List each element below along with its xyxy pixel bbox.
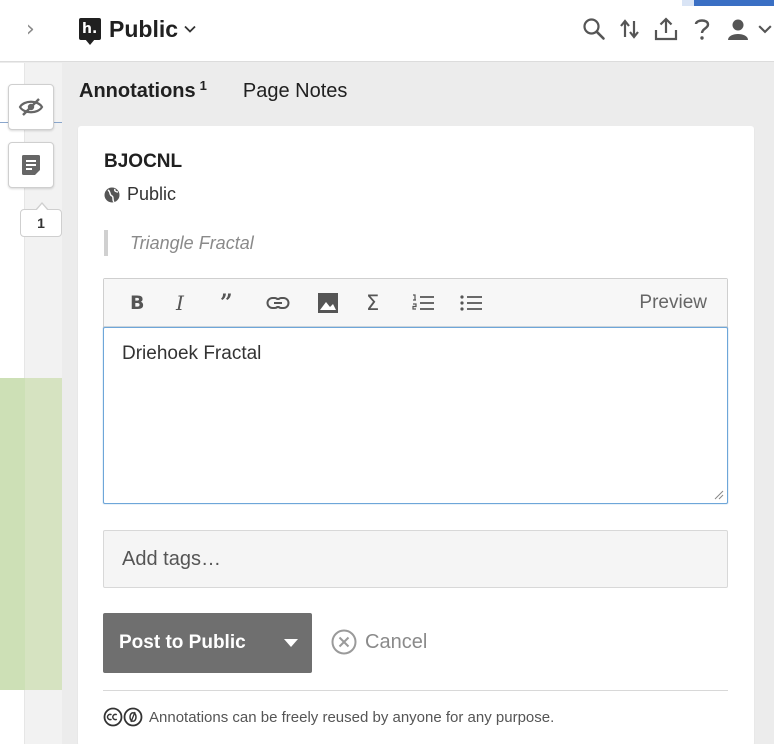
resize-grip-icon[interactable] <box>714 490 724 500</box>
tab-page-notes[interactable]: Page Notes <box>243 80 348 103</box>
link-button[interactable] <box>266 291 290 315</box>
license-text: Annotations can be freely reused by anyo… <box>149 708 555 726</box>
page-highlight <box>0 378 62 690</box>
public-domain-icon <box>123 707 143 727</box>
hide-highlights-icon <box>18 98 44 116</box>
privacy-indicator: Public <box>104 184 176 205</box>
bold-button[interactable]: B <box>130 291 144 315</box>
hypothesis-logo-icon: h. <box>79 18 101 45</box>
markdown-editor: B I ” Σ Preview Driehoek Fractal <box>103 278 728 504</box>
post-button[interactable]: Post to Public <box>103 613 312 673</box>
math-button[interactable]: Σ <box>366 291 379 315</box>
image-icon <box>318 293 338 313</box>
sidebar-tabs: Annotations 1 Page Notes <box>79 78 348 103</box>
chevron-down-icon <box>184 25 196 33</box>
tab-annotations[interactable]: Annotations 1 <box>79 78 207 103</box>
annotation-quote: Triangle Fractal <box>104 230 254 256</box>
link-icon <box>266 297 290 309</box>
numbered-list-icon <box>412 294 434 310</box>
user-menu-chevron-down-icon[interactable] <box>756 12 774 46</box>
user-icon[interactable] <box>720 12 756 46</box>
markdown-toolbar: B I ” Σ Preview <box>104 279 727 327</box>
tab-annotations-label: Annotations <box>79 80 196 102</box>
group-name: Public <box>109 15 179 42</box>
top-corner-accent <box>682 0 774 6</box>
annotation-body-text: Driehoek Fractal <box>122 343 262 364</box>
cc-license-icons <box>103 707 143 727</box>
sort-icon[interactable] <box>612 12 648 46</box>
creative-commons-icon <box>103 707 123 727</box>
cancel-icon <box>331 629 357 655</box>
cancel-label: Cancel <box>365 630 428 653</box>
help-icon[interactable] <box>684 12 720 46</box>
post-options-caret-icon[interactable] <box>284 639 298 647</box>
collapse-sidebar-chevron-icon[interactable]: › <box>26 16 35 44</box>
tab-annotations-count: 1 <box>199 78 207 93</box>
page-notes-icon <box>22 155 40 175</box>
top-bar: › h. Public <box>0 0 774 62</box>
search-icon[interactable] <box>576 12 612 46</box>
italic-button[interactable]: I <box>176 291 184 315</box>
group-switcher[interactable]: h. Public <box>79 15 196 45</box>
image-button[interactable] <box>317 291 339 315</box>
bulleted-list-button[interactable] <box>459 291 483 315</box>
bulleted-list-icon <box>460 295 482 311</box>
privacy-label: Public <box>127 184 177 204</box>
tags-input[interactable]: Add tags… <box>103 530 728 588</box>
annotation-body-input[interactable]: Driehoek Fractal <box>103 327 728 504</box>
annotation-count-badge[interactable]: 1 <box>20 202 62 237</box>
numbered-list-button[interactable] <box>411 291 435 315</box>
post-button-label: Post to Public <box>119 632 246 653</box>
cancel-button[interactable]: Cancel <box>331 629 427 655</box>
top-toolbar-icons <box>576 12 774 46</box>
annotation-card: BJOCNL Public Triangle Fractal B I ” Σ P… <box>78 126 754 744</box>
page-notes-button[interactable] <box>8 142 54 188</box>
annotation-user[interactable]: BJOCNL <box>104 151 182 173</box>
hide-highlights-button[interactable] <box>8 84 54 130</box>
quote-button[interactable]: ” <box>220 290 233 316</box>
globe-icon <box>104 187 120 202</box>
share-icon[interactable] <box>648 12 684 46</box>
license-notice: Annotations can be freely reused by anyo… <box>103 707 554 727</box>
preview-button[interactable]: Preview <box>639 292 707 314</box>
footer-divider <box>103 690 728 691</box>
